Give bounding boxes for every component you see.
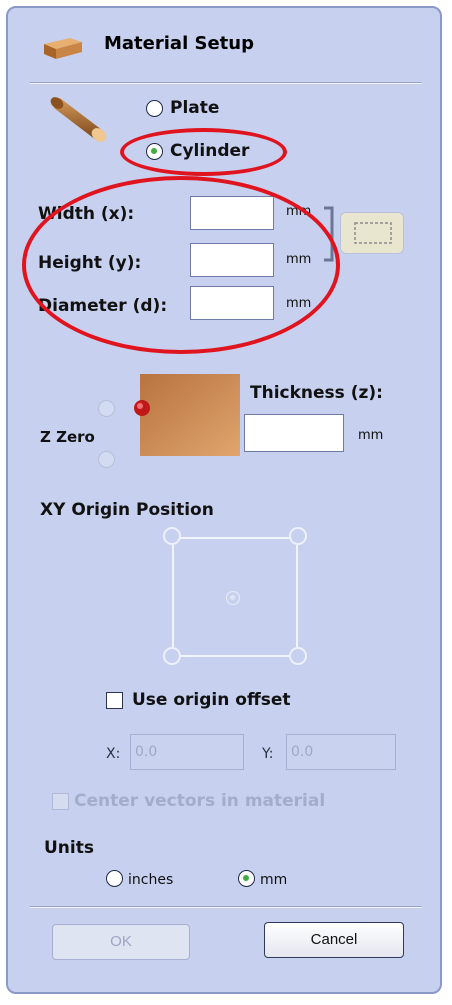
- inches-label[interactable]: inches: [128, 872, 173, 888]
- diameter-unit: mm: [286, 296, 312, 311]
- cylinder-icon: [50, 97, 107, 142]
- dimension-link-icon: [324, 206, 334, 262]
- cylinder-label[interactable]: Cylinder: [170, 141, 249, 161]
- offset-x-input[interactable]: [130, 734, 244, 770]
- center-vectors-label[interactable]: Center vectors in material: [74, 791, 325, 811]
- origin-top-right-radio[interactable]: [289, 527, 307, 545]
- height-label: Height (y):: [38, 253, 142, 273]
- use-origin-offset-checkbox[interactable]: [106, 692, 123, 709]
- width-unit: mm: [286, 204, 312, 219]
- cylinder-radio[interactable]: [146, 143, 163, 160]
- offset-x-label: X:: [106, 746, 121, 762]
- diameter-input[interactable]: [190, 286, 274, 320]
- material-block-preview-icon: [134, 374, 240, 456]
- ok-button[interactable]: OK: [52, 924, 190, 960]
- width-input[interactable]: [190, 196, 274, 230]
- origin-center-dot: [230, 595, 235, 600]
- buttons-divider: [30, 906, 422, 908]
- origin-center-radio[interactable]: [226, 591, 240, 605]
- thickness-input[interactable]: [244, 414, 344, 452]
- thickness-unit: mm: [358, 428, 384, 443]
- origin-bottom-left-radio[interactable]: [163, 647, 181, 665]
- title-divider: [30, 82, 422, 84]
- material-block-icon: [44, 38, 82, 59]
- height-unit: mm: [286, 252, 312, 267]
- zzero-bottom-radio[interactable]: [98, 451, 115, 468]
- zzero-label: Z Zero: [40, 428, 95, 446]
- offset-y-input[interactable]: [286, 734, 396, 770]
- center-vectors-checkbox[interactable]: [52, 793, 69, 810]
- zzero-top-radio[interactable]: [98, 400, 115, 417]
- xy-origin-label: XY Origin Position: [40, 500, 214, 520]
- link-dimensions-button[interactable]: [340, 212, 404, 254]
- inches-radio[interactable]: [106, 870, 123, 887]
- mm-label[interactable]: mm: [260, 872, 287, 888]
- thickness-label: Thickness (z):: [250, 383, 383, 403]
- use-origin-offset-label[interactable]: Use origin offset: [132, 690, 291, 710]
- units-label: Units: [44, 838, 94, 858]
- height-input[interactable]: [190, 243, 274, 277]
- origin-top-left-radio[interactable]: [163, 527, 181, 545]
- diameter-label: Diameter (d):: [38, 296, 168, 316]
- origin-bottom-right-radio[interactable]: [289, 647, 307, 665]
- width-label: Width (x):: [38, 204, 135, 224]
- offset-y-label: Y:: [262, 746, 274, 762]
- dialog-title: Material Setup: [104, 33, 254, 54]
- dashed-rectangle-icon: [354, 222, 392, 244]
- plate-label[interactable]: Plate: [170, 98, 219, 118]
- plate-radio[interactable]: [146, 100, 163, 117]
- mm-radio[interactable]: [238, 870, 255, 887]
- cancel-button[interactable]: Cancel: [264, 922, 404, 958]
